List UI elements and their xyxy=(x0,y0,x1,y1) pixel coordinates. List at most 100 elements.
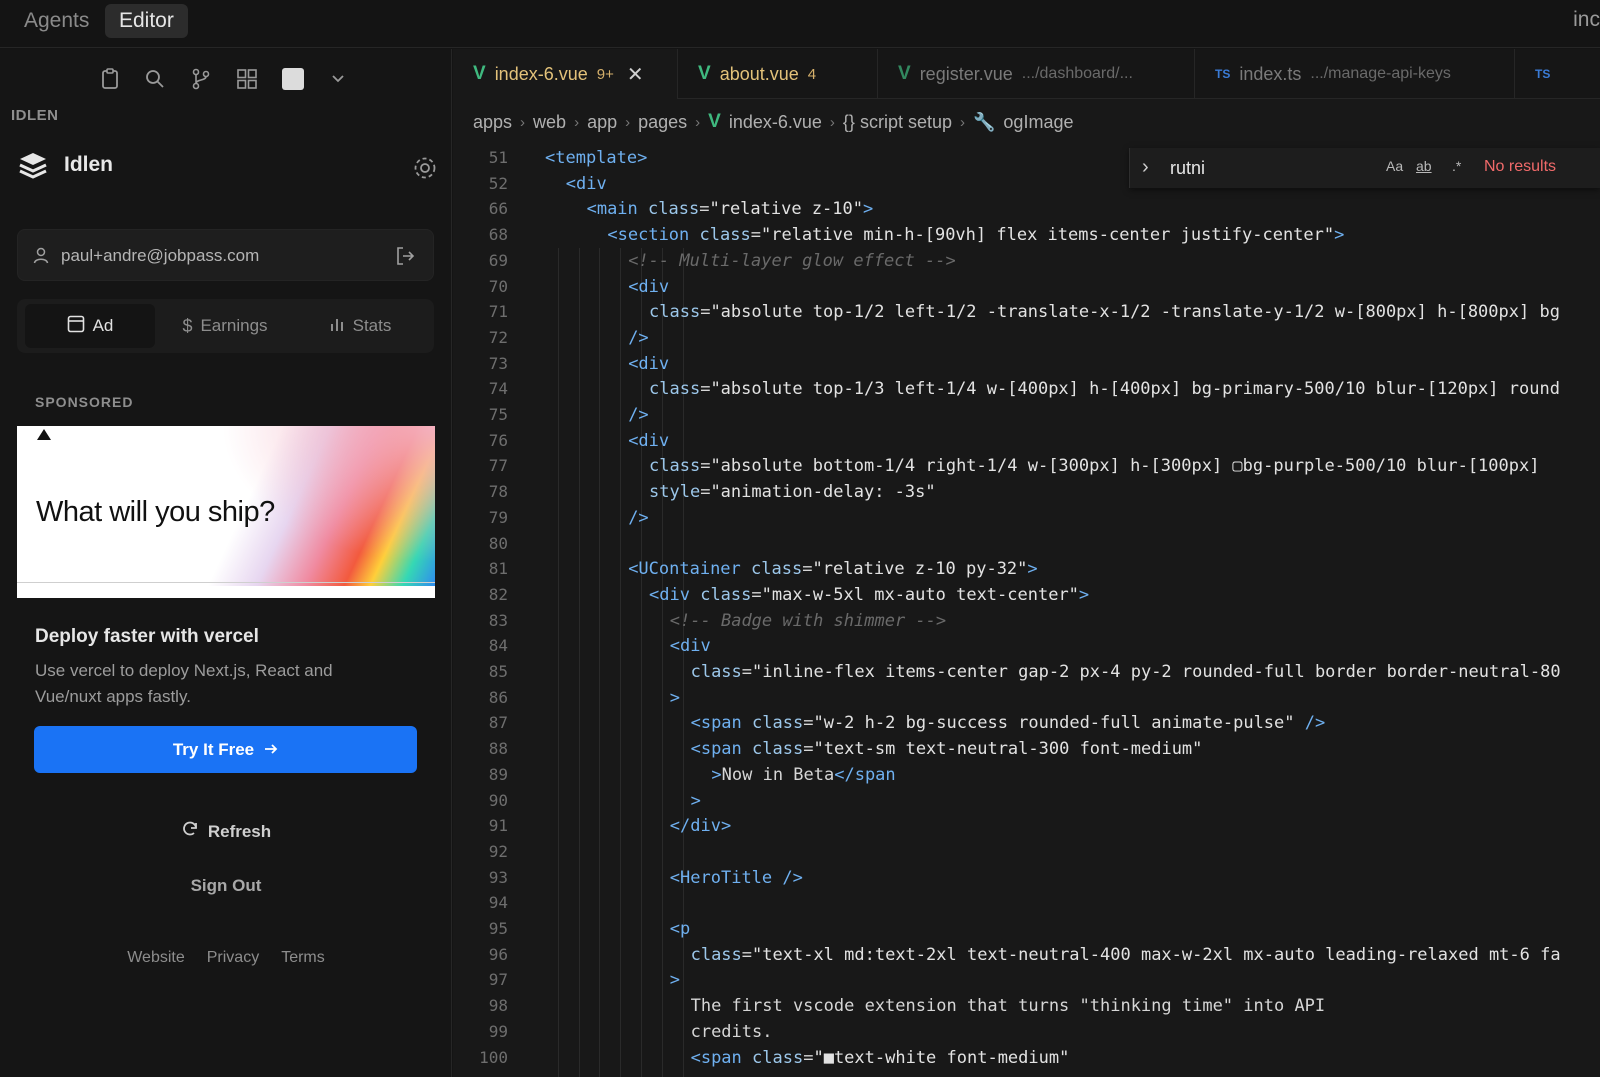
code-line: 91 </div> xyxy=(453,813,1600,839)
editor-tab-bar: V index-6.vue 9+ ✕ V about.vue 4 V regis… xyxy=(453,49,1600,99)
line-number: 66 xyxy=(488,199,508,219)
line-number: 71 xyxy=(488,302,508,322)
logout-icon[interactable] xyxy=(395,246,415,271)
square-icon[interactable] xyxy=(279,65,307,93)
line-number: 79 xyxy=(488,507,508,527)
tab-register-vue[interactable]: V register.vue .../dashboard/... xyxy=(878,49,1195,99)
tab-about-vue[interactable]: V about.vue 4 xyxy=(678,49,878,99)
search-icon[interactable] xyxy=(141,65,169,93)
terms-link[interactable]: Terms xyxy=(281,949,325,967)
breadcrumb-item[interactable]: ogImage xyxy=(1003,112,1073,133)
line-number: 82 xyxy=(488,584,508,604)
breadcrumb-item[interactable]: apps xyxy=(473,112,512,133)
breadcrumb-item[interactable]: app xyxy=(587,112,617,133)
code-text: <!-- Multi-layer glow effect --> xyxy=(628,250,956,271)
vue-file-icon: V xyxy=(898,63,911,84)
website-link[interactable]: Website xyxy=(127,949,185,967)
tab-stats[interactable]: Stats xyxy=(295,304,425,348)
code-text: credits. xyxy=(690,1021,773,1042)
line-number: 85 xyxy=(488,662,508,681)
code-text: <span class="w-2 h-2 bg-success rounded-… xyxy=(690,713,1326,734)
sign-out-button[interactable]: Sign Out xyxy=(0,876,452,896)
breadcrumb-item[interactable]: index-6.vue xyxy=(729,112,822,133)
chevron-right-icon[interactable]: › xyxy=(1142,156,1149,179)
line-number: 88 xyxy=(488,739,508,759)
tab-earnings[interactable]: $ Earnings xyxy=(160,304,290,348)
code-text: <div xyxy=(669,636,711,657)
user-email: paul+andre@jobpass.com xyxy=(61,246,260,265)
line-number: 90 xyxy=(488,790,508,810)
line-number: 81 xyxy=(488,559,508,579)
code-text: <main class="relative z-10"> xyxy=(586,199,874,220)
app-header: Idlen xyxy=(18,149,438,189)
chevron-down-icon[interactable] xyxy=(324,65,352,93)
code-line: 99 credits. xyxy=(453,1019,1600,1045)
code-line: 73 <div xyxy=(453,351,1600,377)
code-line: 94 xyxy=(453,890,1600,916)
refresh-button[interactable]: Refresh xyxy=(0,820,452,843)
code-text: /> xyxy=(628,327,649,348)
code-text: <template> xyxy=(545,148,648,168)
tab-truncated[interactable]: TS xyxy=(1515,49,1600,99)
code-text: > xyxy=(669,970,681,991)
line-number: 84 xyxy=(488,636,508,656)
code-line: 74 class="absolute top-1/3 left-1/4 w-[40… xyxy=(453,376,1600,402)
find-input[interactable]: rutni xyxy=(1170,155,1480,181)
line-number: 93 xyxy=(488,867,508,887)
code-text: /> xyxy=(628,405,649,425)
problem-count-badge: 9+ xyxy=(596,65,614,83)
breadcrumb-item[interactable]: {} script setup xyxy=(843,112,952,133)
branch-icon[interactable] xyxy=(187,65,215,93)
editor: V index-6.vue 9+ ✕ V about.vue 4 V regis… xyxy=(453,49,1600,1077)
code-line: 87 <span class="w-2 h-2 bg-success rounde… xyxy=(453,710,1600,736)
line-number: 72 xyxy=(488,327,508,347)
tab-index-ts[interactable]: TS index.ts .../manage-api-keys xyxy=(1195,49,1515,99)
code-text: class="inline-flex items-center gap-2 px… xyxy=(690,662,1561,682)
tab-path: .../manage-api-keys xyxy=(1310,65,1451,82)
gear-icon[interactable] xyxy=(412,155,438,186)
tab-path: .../dashboard/... xyxy=(1021,65,1133,82)
breadcrumb-item[interactable]: pages xyxy=(638,112,687,133)
line-number: 96 xyxy=(488,944,508,964)
tab-filename: index-6.vue xyxy=(494,63,588,84)
close-icon[interactable]: ✕ xyxy=(627,62,644,87)
regex-toggle[interactable]: .* xyxy=(1452,158,1461,174)
tab-index-6-vue[interactable]: V index-6.vue 9+ ✕ xyxy=(453,49,678,99)
line-number: 51 xyxy=(488,148,508,167)
whole-word-toggle[interactable]: ab xyxy=(1416,158,1432,174)
line-number: 94 xyxy=(488,893,508,913)
line-number: 52 xyxy=(488,173,508,193)
chevron-right-icon: › xyxy=(695,113,701,131)
match-case-toggle[interactable]: Aa xyxy=(1386,158,1403,174)
user-icon xyxy=(32,246,50,269)
code-line: 98 The first vscode extension that turns … xyxy=(453,993,1600,1019)
breadcrumb-item[interactable]: web xyxy=(533,112,566,133)
code-text: /> xyxy=(628,507,649,528)
code-line: 96 class="text-xl md:text-2xl text-neutra… xyxy=(453,942,1600,968)
mode-tab-editor[interactable]: Editor xyxy=(105,4,188,38)
try-it-free-button[interactable]: Try It Free xyxy=(34,726,417,773)
ad-banner[interactable]: What will you ship? xyxy=(17,426,435,598)
clipboard-icon[interactable] xyxy=(96,65,124,93)
code-line: 70 <div xyxy=(453,274,1600,300)
line-number: 100 xyxy=(479,1047,508,1067)
ad-icon xyxy=(67,315,85,338)
privacy-link[interactable]: Privacy xyxy=(207,949,259,967)
tab-filename: index.ts xyxy=(1239,63,1302,84)
app-name: Idlen xyxy=(64,153,114,176)
code-text: <div class="max-w-5xl mx-auto text-cente… xyxy=(649,584,1090,605)
code-line: 85 class="inline-flex items-center gap-2 … xyxy=(453,659,1600,685)
code-text: <span class="■text-white font-medium" xyxy=(690,1047,1070,1068)
line-number: 75 xyxy=(488,405,508,424)
mode-tab-agents[interactable]: Agents xyxy=(10,4,103,38)
line-number: 92 xyxy=(488,841,508,861)
line-number: 97 xyxy=(488,970,508,990)
line-number: 70 xyxy=(488,276,508,296)
line-number: 91 xyxy=(488,816,508,836)
top-right-text: inc xyxy=(1573,8,1600,31)
tab-filename: register.vue xyxy=(919,63,1013,84)
code-line: 84 <div xyxy=(453,633,1600,659)
vue-file-icon: V xyxy=(708,111,721,132)
extensions-icon[interactable] xyxy=(233,65,261,93)
tab-ad[interactable]: Ad xyxy=(25,304,155,348)
